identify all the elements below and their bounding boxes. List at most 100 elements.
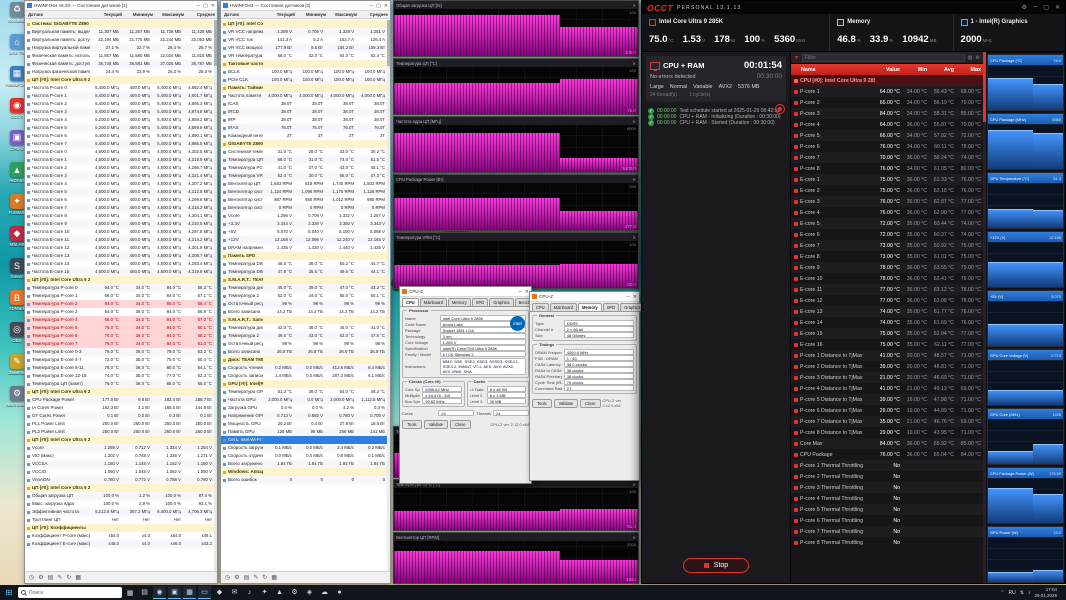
sensor-row[interactable]: VCCSA 1.150 V 1.148 V 1.152 V 1.150 V — [25, 460, 214, 468]
sensor-row[interactable]: Частота E-core 15 4,600.0 МГц 400.0 МГц … — [25, 268, 214, 276]
sensor-row[interactable]: Температура ЦП (пакет) 76.0 °C 36.0 °C 8… — [25, 380, 214, 388]
cpuz-button[interactable]: Close — [450, 420, 470, 429]
graph-titlebar[interactable]: Частота ядра ЦП [МГц] ✕ — [394, 117, 638, 125]
cpuz-button[interactable]: Close — [580, 399, 600, 408]
sensor-row[interactable]: BCLK 100.0 МГц 100.0 МГц 100.0 МГц 100.0… — [221, 68, 387, 76]
cpuz-tab[interactable]: Graphics — [489, 298, 513, 306]
close-icon[interactable]: ✕ — [632, 177, 636, 182]
occt-sensor-row[interactable]: P-core 8 76.00 °C 34.00 °C 61.05 °C 80.0… — [791, 163, 983, 174]
occt-sensor-row[interactable]: P-core 8 Thermal Throttling No — [791, 537, 983, 548]
sensor-row[interactable]: Температура P-core 2 84.0 °C 34.0 °C 85.… — [25, 300, 214, 308]
sensor-row[interactable]: Частота E-core 8 4,600.0 МГц 400.0 МГц 4… — [25, 212, 214, 220]
cpuz-tab[interactable]: CPU — [402, 298, 419, 306]
sensor-row[interactable]: Температура P-core 7 76.0 °C 34.0 °C 84.… — [25, 340, 214, 348]
occt-test-card[interactable]: CPU + RAM 00:01:54 No errors detected 00… — [646, 56, 786, 102]
taskbar-app-icon[interactable]: ▭ — [198, 586, 211, 599]
hwinfo1-toolbar[interactable]: ◷⚙▤✎↻▦ — [25, 571, 217, 583]
sensor-row[interactable]: Частота E-core 10 4,600.0 МГц 400.0 МГц … — [25, 228, 214, 236]
occt-sensor-row[interactable]: E-core 7 73.00 °C 35.00 °C 60.92 °C 75.0… — [791, 240, 983, 251]
taskbar-app-icon[interactable]: ✉ — [228, 586, 241, 599]
sensor-row[interactable]: DRAM напряжение 1.435 V 1.430 V 1.440 V … — [221, 244, 387, 252]
sensor-row[interactable]: ЦП [#0]: Intel Core Ultra 9 285K: Разное — [25, 484, 214, 492]
sensor-row[interactable]: Температура 2 52.0 °C 44.0 °C 55.0 °C 50… — [221, 292, 387, 300]
sensor-row[interactable]: GPU [#0]: Intel(R) Graphics — [221, 380, 387, 388]
sensor-row[interactable]: Температура GPU 51.3 °C 38.0 °C 54.0 °C … — [221, 388, 387, 396]
sensor-row[interactable]: Частота памяти 4,000.0 МГц 4,000.0 МГц 4… — [221, 92, 387, 100]
sensor-row[interactable]: Всего ошибок 0 0 0 0 — [221, 476, 387, 484]
occt-sensor-row[interactable]: E-core 14 74.00 °C 35.00 °C 61.69 °C 76.… — [791, 317, 983, 328]
task-view-button[interactable]: ▦ — [124, 589, 136, 597]
occt-sensor-row[interactable]: E-core 6 72.00 °C 35.00 °C 60.37 °C 74.0… — [791, 229, 983, 240]
occt-mini-graph[interactable]: CPU Package Power (W) 178.09 — [987, 467, 1064, 524]
hwinfo1-scrollbar[interactable] — [214, 20, 217, 571]
sensor-row[interactable]: Скорость чтения 0.2 МБ/с 0.0 МБ/с 412.6 … — [221, 364, 387, 372]
stop-button[interactable]: Stop — [683, 558, 749, 573]
mini-graph-header[interactable]: GPU Core (MHz) 1225 — [988, 409, 1063, 419]
sensor-row[interactable]: Эффективная частота 5,212.6 МГц 387.2 МГ… — [25, 508, 214, 516]
occt-sensor-row[interactable]: P-core 5 Distance to TjMax 39.00 °C 19.0… — [791, 394, 983, 405]
search-box[interactable]: Поиск — [18, 587, 122, 598]
occt-sensor-row[interactable]: E-core 5 72.00 °C 35.00 °C 60.44 °C 74.0… — [791, 218, 983, 229]
occt-sensor-row[interactable]: E-core 3 76.00 °C 36.00 °C 62.87 °C 77.0… — [791, 196, 983, 207]
sensor-row[interactable]: Всего загружено 1.84 ГБ 1.84 ГБ 1.84 ГБ … — [221, 460, 387, 468]
sensor-row[interactable]: Частота E-core 5 4,600.0 МГц 400.0 МГц 4… — [25, 188, 214, 196]
sensor-row[interactable]: Частота E-core 4 4,600.0 МГц 400.0 МГц 4… — [25, 180, 214, 188]
sensor-row[interactable]: ЦП [#0]: Intel Core Ultra 9 285K: DTS — [25, 276, 214, 284]
occt-sensor-row[interactable]: P-core 5 66.00 °C 34.00 °C 57.02 °C 72.0… — [791, 130, 983, 141]
cpuz-tab[interactable]: Mainboard — [550, 303, 577, 311]
occt-sensor-row[interactable]: P-core 1 64.00 °C 34.00 °C 56.43 °C 68.0… — [791, 86, 983, 97]
occt-sensor-row[interactable]: P-core 8 Distance to TjMax 29.00 °C 19.0… — [791, 427, 983, 438]
columns-icon[interactable]: ▥ — [968, 55, 973, 61]
sensor-graph-window[interactable]: Температура VRM [°C] ✕ 100 52.0 — [393, 232, 639, 289]
occt-sensor-row[interactable]: E-core 1 75.00 °C 36.00 °C 62.33 °C 76.0… — [791, 174, 983, 185]
occt-sensor-row[interactable]: E-core 9 78.00 °C 36.00 °C 63.55 °C 79.0… — [791, 262, 983, 273]
occt-mini-graph[interactable]: GPU Core (MHz) 1225 — [987, 408, 1064, 465]
sensor-row[interactable]: Виртуальная память: выделено 11,307 МБ 1… — [25, 28, 214, 36]
mini-graph-header[interactable]: +5V (V) 5.070 — [988, 291, 1063, 301]
mini-graph-header[interactable]: CPU Package (°C) 76.0 — [988, 55, 1063, 65]
sensor-row[interactable]: PL1 Power Limit 250.0 Вт 250.0 Вт 250.0 … — [25, 420, 214, 428]
sensor-row[interactable]: Физическая память: используется 11,857 М… — [25, 52, 214, 60]
sensor-row[interactable]: Vcore 1.289 V 0.712 V 1.324 V 1.254 V — [25, 444, 214, 452]
sensor-graph-window[interactable]: Температура GPU [°C] ✕ 100 51.3 — [393, 479, 639, 531]
sensor-row[interactable]: Вентилятор системы 3 0 RPM 0 RPM 0 RPM 0… — [221, 204, 387, 212]
sensor-row[interactable]: Вентилятор ЦП 1,683 RPM 818 RPM 1,740 RP… — [221, 180, 387, 188]
cpuz2-titlebar[interactable]: CPU-Z ─✕ — [530, 292, 639, 302]
sensor-row[interactable]: Температура E-core 12-15 74.0 °C 35.0 °C… — [25, 372, 214, 380]
language-indicator[interactable]: RU — [1009, 590, 1016, 596]
occt-sensor-row[interactable]: P-core 4 Thermal Throttling No — [791, 493, 983, 504]
taskbar-app-icon[interactable]: ☁ — [318, 586, 331, 599]
occt-sensor-row[interactable]: P-core 1 Distance to TjMax 41.00 °C 20.0… — [791, 350, 983, 361]
occt-mini-graph[interactable]: +5V (V) 5.070 — [987, 290, 1064, 347]
taskbar-app-icon[interactable]: ◉ — [153, 586, 166, 599]
occt-sensor-row[interactable]: P-core 6 Distance to TjMax 29.00 °C 19.0… — [791, 405, 983, 416]
sensor-row[interactable]: VR температура 58.0 °C 32.0 °C 64.0 °C 5… — [221, 52, 387, 60]
mini-graph-header[interactable]: CPU Package Power (W) 178.09 — [988, 468, 1063, 478]
start-button[interactable]: ⊞ — [2, 588, 16, 597]
occt-sensor-row[interactable]: P-core 3 84.00 °C 34.00 °C 58.31 °C 85.0… — [791, 108, 983, 119]
occt-sensor-row[interactable]: P-core 7 Thermal Throttling No — [791, 526, 983, 537]
sensor-row[interactable]: Загрузка GPU 0.0 % 0.0 % 4.2 % 0.3 % — [221, 404, 387, 412]
sensor-row[interactable]: IA Cores Power 162.3 Вт 4.1 Вт 168.0 Вт … — [25, 404, 214, 412]
sensor-row[interactable]: Система: GIGABYTE Z890 GAMING X WIFI6E — [25, 20, 214, 28]
sensor-row[interactable]: Частота GPU 2,000.0 МГц 0.0 МГц 2,000.0 … — [221, 396, 387, 404]
sensor-row[interactable]: Частота P-core 5 5,200.0 МГц 400.0 МГц 5… — [25, 124, 214, 132]
cpuz-tab[interactable]: SPD — [472, 298, 488, 306]
sensor-row[interactable]: +12V 12.168 V 12.096 V 12.240 V 12.165 V — [221, 236, 387, 244]
sensor-row[interactable]: Частота E-core 6 4,600.0 МГц 400.0 МГц 4… — [25, 196, 214, 204]
occt-window[interactable]: OCCT PERSONAL 13.1.13 ⚙─ ▢✕ Intel Core U… — [641, 0, 1066, 584]
graph-titlebar[interactable]: Вентилятор ЦП [RPM] ✕ — [394, 533, 638, 541]
occt-sensor-row[interactable]: CPU Package 76.00 °C 36.00 °C 65.04 °C 8… — [791, 449, 983, 460]
cpuz-button[interactable]: Validate — [554, 399, 579, 408]
sensor-row[interactable]: Командный интервал 2T 2T 2T 2T — [221, 132, 387, 140]
sensor-row[interactable]: Вентилятор системы 1 1,124 RPM 1,096 RPM… — [221, 188, 387, 196]
taskbar-app-icon[interactable]: ▤ — [138, 586, 151, 599]
sensor-row[interactable]: Частота E-core 1 4,600.0 МГц 400.0 МГц 4… — [25, 156, 214, 164]
hwinfo1-titlebar[interactable]: HWiNFO64 v8.20 — Состояние датчиков [1] … — [25, 1, 217, 11]
occt-mini-graph[interactable]: CPU Package (°C) 76.0 — [987, 54, 1064, 111]
graph-titlebar[interactable]: Температура VRM [°C] ✕ — [394, 233, 638, 241]
taskbar-app-icon[interactable]: ▦ — [183, 586, 196, 599]
sensor-row[interactable]: Остаточный ресурс 98 % 98 % 98 % 98 % — [221, 340, 387, 348]
sensor-row[interactable]: Частота E-core 7 4,600.0 МГц 400.0 МГц 4… — [25, 204, 214, 212]
cpuz-button[interactable]: Tools — [402, 420, 422, 429]
